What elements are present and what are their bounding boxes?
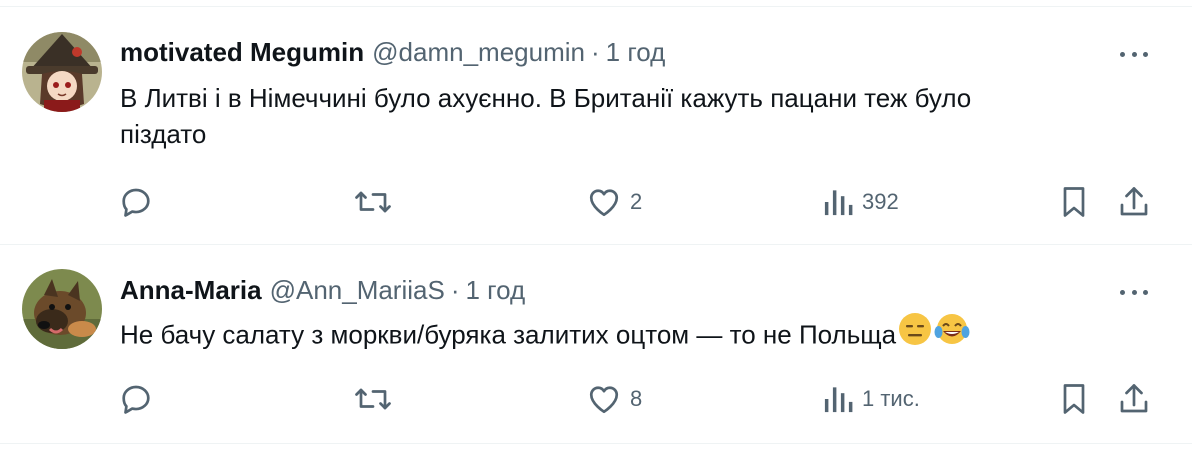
reply-button[interactable] bbox=[118, 182, 154, 222]
tweet-text-line: В Литві і в Німеччині було ахуєнно. В Бр… bbox=[120, 83, 972, 113]
heart-icon bbox=[589, 189, 619, 217]
tears-of-joy-face-emoji bbox=[934, 312, 970, 355]
more-icon[interactable] bbox=[1118, 44, 1150, 64]
views-chart-icon bbox=[824, 387, 853, 413]
share-icon bbox=[1120, 384, 1148, 413]
like-count: 2 bbox=[630, 189, 643, 214]
separator: · bbox=[450, 275, 460, 305]
retweet-button[interactable] bbox=[353, 379, 393, 419]
reply-button[interactable] bbox=[118, 379, 154, 419]
timestamp[interactable]: 1 год bbox=[606, 36, 666, 68]
views-count: 392 bbox=[862, 189, 899, 214]
retweet-icon bbox=[355, 388, 391, 410]
divider bbox=[0, 443, 1192, 444]
user-handle[interactable]: @damn_megumin bbox=[372, 36, 585, 68]
more-icon[interactable] bbox=[1118, 282, 1150, 302]
tweet-text: В Литві і в Німеччині було ахуєнно. В Бр… bbox=[120, 80, 1140, 152]
like-button[interactable]: 2 bbox=[586, 182, 642, 222]
display-name[interactable]: motivated Megumin bbox=[120, 36, 364, 68]
reply-icon bbox=[122, 188, 150, 217]
timestamp[interactable]: 1 год bbox=[466, 274, 526, 306]
views-chart-icon bbox=[824, 190, 853, 216]
tweet-text-line: піздато bbox=[120, 119, 207, 149]
share-icon bbox=[1120, 187, 1148, 216]
avatar[interactable] bbox=[22, 269, 102, 349]
bookmark-button[interactable] bbox=[1058, 182, 1090, 222]
like-count: 8 bbox=[630, 386, 643, 411]
share-button[interactable] bbox=[1116, 182, 1152, 222]
views-button[interactable]: 1 тис. bbox=[822, 379, 920, 419]
separator: · bbox=[590, 37, 600, 67]
share-button[interactable] bbox=[1116, 379, 1152, 419]
like-button[interactable]: 8 bbox=[586, 379, 642, 419]
action-bar: 2 392 bbox=[0, 182, 1192, 222]
reply-icon bbox=[122, 385, 150, 414]
tweet-2[interactable]: Anna-Maria @Ann_MariiaS · 1 год Не бачу … bbox=[0, 245, 1192, 445]
views-button[interactable]: 392 bbox=[822, 182, 899, 222]
heart-icon bbox=[589, 386, 619, 414]
retweet-icon bbox=[355, 191, 391, 213]
bookmark-button[interactable] bbox=[1058, 379, 1090, 419]
display-name[interactable]: Anna-Maria bbox=[120, 274, 262, 306]
tweet-text: Не бачу салату з моркви/буряка залитих о… bbox=[120, 312, 1140, 358]
views-count: 1 тис. bbox=[862, 386, 920, 411]
bookmark-icon bbox=[1063, 384, 1085, 414]
user-handle[interactable]: @Ann_MariiaS bbox=[270, 274, 445, 306]
tweet-text-body: Не бачу салату з моркви/буряка залитих о… bbox=[120, 319, 897, 350]
tweet-1[interactable]: motivated Megumin @damn_megumin · 1 год … bbox=[0, 0, 1192, 245]
action-bar: 8 1 тис. bbox=[0, 379, 1192, 419]
retweet-button[interactable] bbox=[353, 182, 393, 222]
expressionless-face-emoji bbox=[898, 312, 932, 355]
avatar[interactable] bbox=[22, 32, 102, 112]
reply-feed: motivated Megumin @damn_megumin · 1 год … bbox=[0, 0, 1192, 450]
bookmark-icon bbox=[1063, 187, 1085, 217]
